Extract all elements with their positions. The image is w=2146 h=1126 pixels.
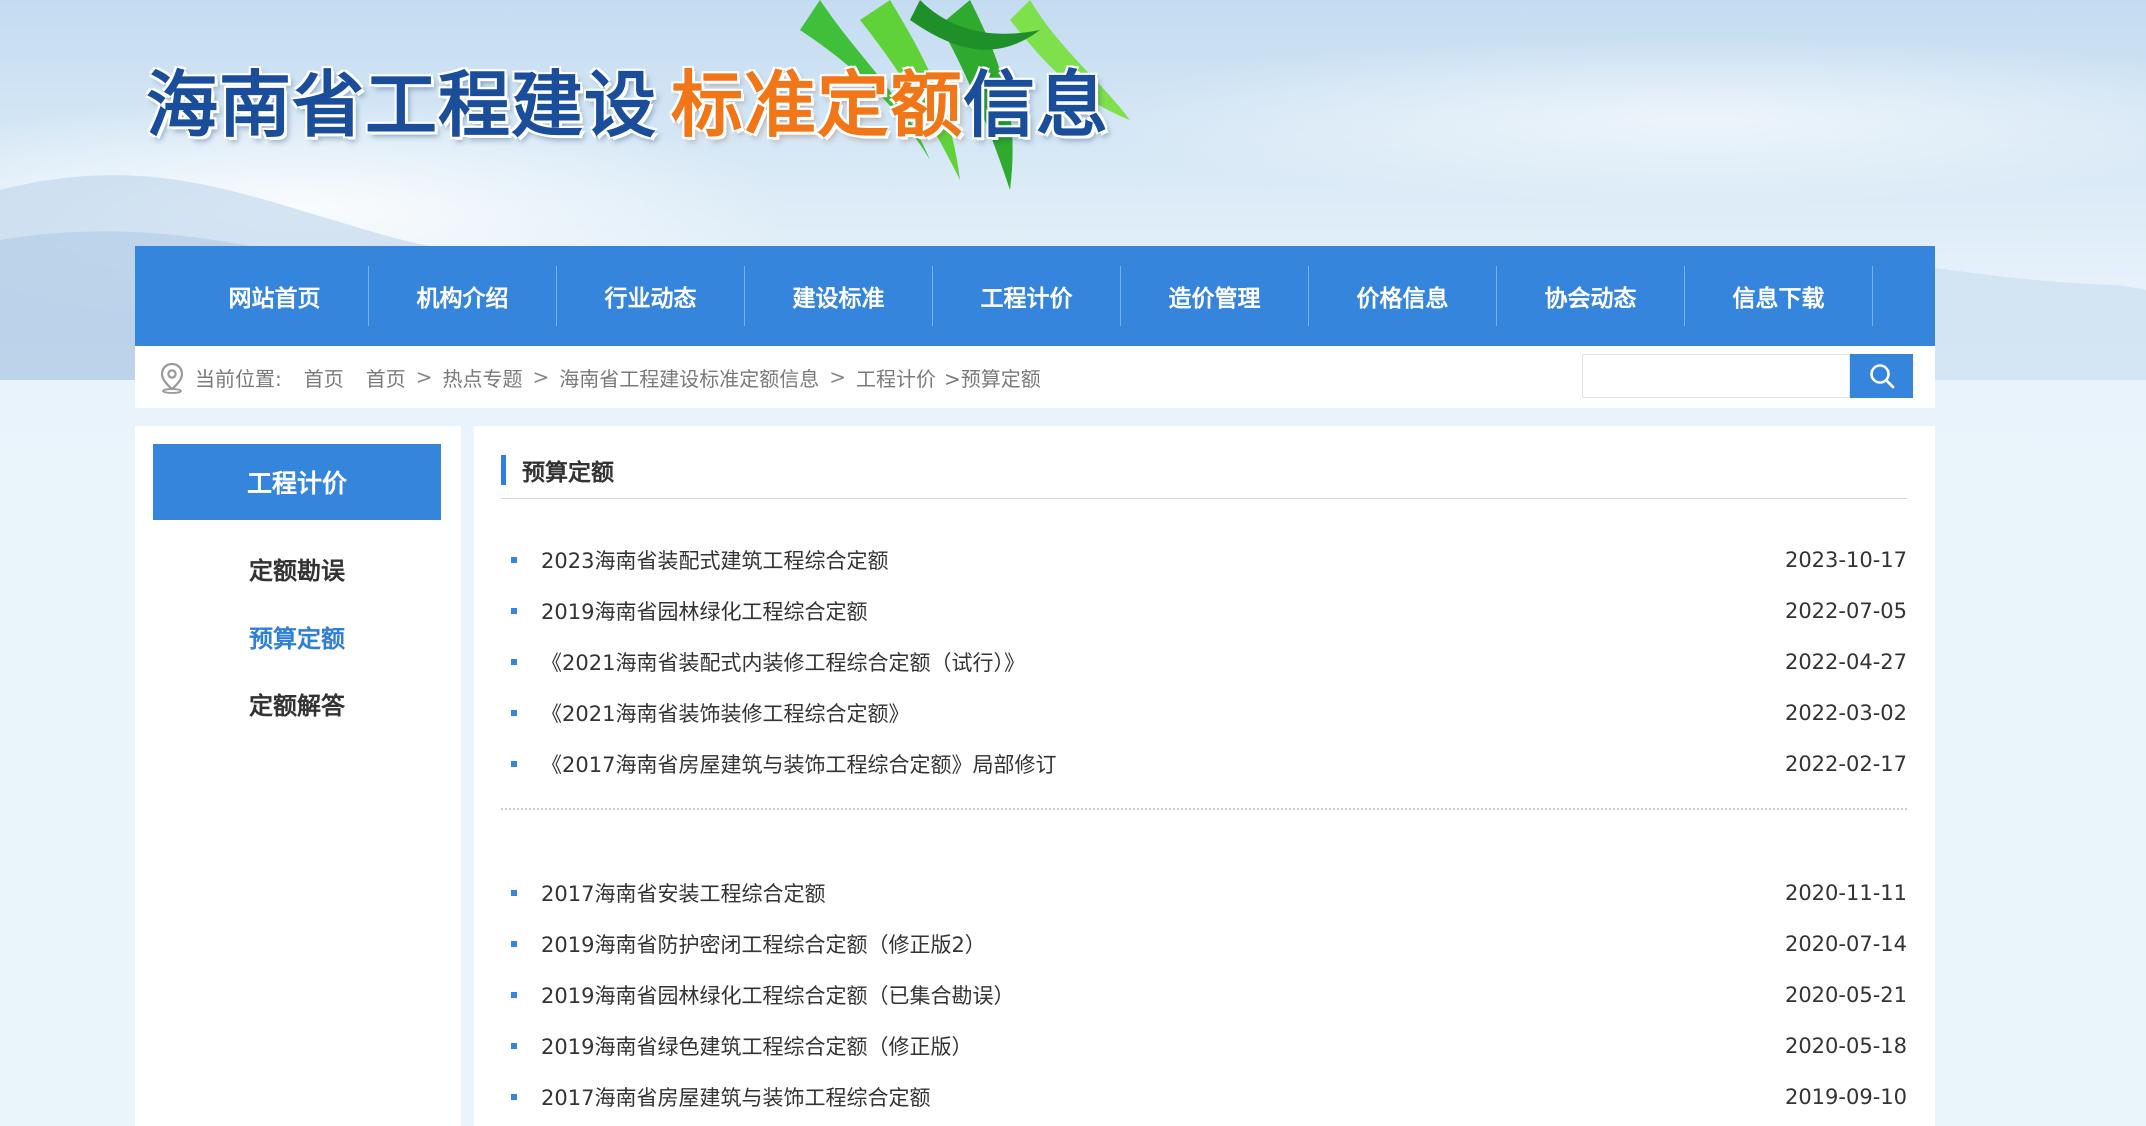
site-title: 海南省工程建设 标准定额 信息 [146, 48, 1109, 148]
breadcrumb-current: >预算定额 [944, 366, 1041, 391]
sidebar-item-quota-answers[interactable]: 定额解答 [153, 678, 441, 728]
square-bullet-icon [511, 710, 517, 716]
list-item: 《2017海南省房屋建筑与装饰工程综合定额》局部修订 2022-02-17 [501, 744, 1907, 784]
nav-item-cost-management[interactable]: 造价管理 [1121, 266, 1309, 326]
square-bullet-icon [511, 941, 517, 947]
list-item-date: 2022-07-05 [1784, 599, 1907, 623]
list-item: 2019海南省园林绿化工程综合定额 2022-07-05 [501, 591, 1907, 631]
breadcrumb-separator: > [532, 365, 550, 389]
list-item: 2023海南省装配式建筑工程综合定额 2023-10-17 [501, 540, 1907, 580]
section-title-text: 预算定额 [522, 460, 614, 486]
list-item-title[interactable]: 2023海南省装配式建筑工程综合定额 [541, 545, 1785, 575]
search-button[interactable] [1850, 354, 1913, 398]
list-item-date: 2020-11-11 [1784, 881, 1907, 905]
list-item: 《2021海南省装配式内装修工程综合定额（试行）》 2022-04-27 [501, 642, 1907, 682]
square-bullet-icon [511, 1094, 517, 1100]
group-divider [501, 808, 1907, 810]
section-divider [501, 498, 1907, 499]
list-item-date: 2019-09-10 [1784, 1085, 1907, 1109]
list-item-title[interactable]: 2017海南省安装工程综合定额 [541, 878, 1785, 908]
sidebar-item-budget-quota[interactable]: 预算定额 [153, 611, 441, 661]
breadcrumb-separator: > [829, 365, 847, 389]
breadcrumb-standard-quota-info[interactable]: 海南省工程建设标准定额信息 [559, 363, 819, 392]
list-item-title[interactable]: 2019海南省绿色建筑工程综合定额（修正版） [541, 1031, 1785, 1061]
section-title-accent-bar [501, 455, 506, 485]
list-item: 2019海南省绿色建筑工程综合定额（修正版） 2020-05-18 [501, 1026, 1907, 1066]
nav-item-industry-news[interactable]: 行业动态 [557, 266, 745, 326]
section-title: 预算定额 [501, 454, 614, 486]
breadcrumb-prefix: 当前位置: [195, 366, 282, 391]
list-item-date: 2023-10-17 [1784, 548, 1907, 572]
nav-item-standards[interactable]: 建设标准 [745, 266, 933, 326]
list-item-title[interactable]: 2019海南省园林绿化工程综合定额（已集合勘误） [541, 980, 1785, 1010]
list-item-title[interactable]: 2019海南省防护密闭工程综合定额（修正版2） [541, 929, 1785, 959]
nav-item-pricing[interactable]: 工程计价 [933, 266, 1121, 326]
square-bullet-icon [511, 608, 517, 614]
breadcrumb-pricing[interactable]: 工程计价 [856, 363, 936, 392]
nav-item-home[interactable]: 网站首页 [181, 266, 369, 326]
list-item-date: 2022-03-02 [1784, 701, 1907, 725]
square-bullet-icon [511, 890, 517, 896]
list-item-date: 2020-05-18 [1784, 1034, 1907, 1058]
main-nav: 网站首页 机构介绍 行业动态 建设标准 工程计价 造价管理 价格信息 协会动态 … [135, 246, 1935, 346]
sidebar-item-quota-errata[interactable]: 定额勘误 [153, 543, 441, 593]
breadcrumb-separator: > [415, 365, 433, 389]
list-item: 2019海南省园林绿化工程综合定额（已集合勘误） 2020-05-21 [501, 975, 1907, 1015]
square-bullet-icon [511, 761, 517, 767]
list-item-title[interactable]: 2017海南省房屋建筑与装饰工程综合定额 [541, 1082, 1785, 1112]
breadcrumb-home-2[interactable]: 首页 [366, 363, 406, 392]
left-sidebar: 工程计价 定额勘误 预算定额 定额解答 [135, 426, 461, 1126]
list-item-date: 2020-05-21 [1784, 983, 1907, 1007]
square-bullet-icon [511, 1043, 517, 1049]
nav-item-price-info[interactable]: 价格信息 [1309, 266, 1497, 326]
breadcrumb-hot-topics[interactable]: 热点专题 [443, 363, 523, 392]
list-item-title[interactable]: 《2017海南省房屋建筑与装饰工程综合定额》局部修订 [541, 749, 1785, 779]
location-pin-icon [160, 362, 184, 394]
list-item: 2019海南省防护密闭工程综合定额（修正版2） 2020-07-14 [501, 924, 1907, 964]
list-item: 2017海南省房屋建筑与装饰工程综合定额 2019-09-10 [501, 1077, 1907, 1117]
site-title-part1: 海南省工程建设 [146, 61, 658, 147]
search-input[interactable] [1582, 354, 1850, 398]
list-item-date: 2022-02-17 [1784, 752, 1907, 776]
breadcrumb-home[interactable]: 首页 [304, 363, 344, 392]
sidebar-heading: 工程计价 [153, 444, 441, 520]
site-title-part2: 标准定额 [671, 61, 964, 147]
breadcrumb: 当前位置: 首页 首页 > 热点专题 > 海南省工程建设标准定额信息 > 工程计… [195, 346, 1041, 408]
nav-item-association-news[interactable]: 协会动态 [1497, 266, 1685, 326]
list-item-title[interactable]: 《2021海南省装饰装修工程综合定额》 [541, 698, 1785, 728]
list-item-title[interactable]: 《2021海南省装配式内装修工程综合定额（试行）》 [541, 647, 1785, 677]
nav-item-about[interactable]: 机构介绍 [369, 266, 557, 326]
site-title-part3: 信息 [963, 61, 1110, 147]
list-item: 《2021海南省装饰装修工程综合定额》 2022-03-02 [501, 693, 1907, 733]
main-content: 预算定额 2023海南省装配式建筑工程综合定额 2023-10-17 2019海… [474, 426, 1935, 1126]
square-bullet-icon [511, 557, 517, 563]
nav-item-downloads[interactable]: 信息下载 [1685, 266, 1873, 326]
breadcrumb-bar: 当前位置: 首页 首页 > 热点专题 > 海南省工程建设标准定额信息 > 工程计… [135, 346, 1935, 408]
list-item: 2017海南省安装工程综合定额 2020-11-11 [501, 873, 1907, 913]
list-item-date: 2022-04-27 [1784, 650, 1907, 674]
list-item-title[interactable]: 2019海南省园林绿化工程综合定额 [541, 596, 1785, 626]
search-icon [1869, 364, 1894, 389]
square-bullet-icon [511, 992, 517, 998]
list-item-date: 2020-07-14 [1784, 932, 1907, 956]
square-bullet-icon [511, 659, 517, 665]
